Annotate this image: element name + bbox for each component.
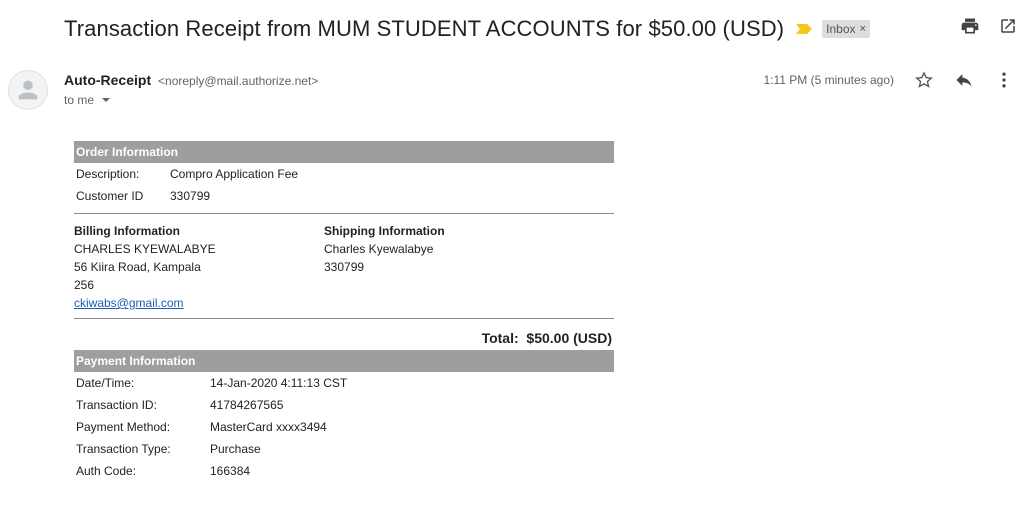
sender-name[interactable]: Auto-Receipt (64, 72, 151, 88)
payment-row: Transaction ID: 41784267565 (74, 394, 614, 416)
order-row-label: Customer ID (76, 189, 144, 203)
payment-row-value: 41784267565 (210, 398, 284, 412)
sender-email: <noreply@mail.authorize.net> (158, 74, 319, 88)
shipping-id: 330799 (324, 260, 365, 274)
inbox-label-chip: Inbox × (822, 20, 870, 38)
order-row-label: Description: (76, 167, 140, 181)
inbox-label-text: Inbox (826, 22, 856, 36)
payment-row-label: Auth Code: (76, 464, 137, 478)
payment-row-value: 14-Jan-2020 4:11:13 CST (210, 376, 348, 390)
payment-row-value: Purchase (210, 442, 261, 456)
order-row: Customer ID 330799 (74, 185, 614, 207)
recipient-text: to me (64, 93, 95, 107)
shipping-name: Charles Kyewalabye (324, 242, 434, 256)
sender-avatar (8, 70, 48, 110)
email-subject: Transaction Receipt from MUM STUDENT ACC… (64, 16, 785, 41)
billing-name: CHARLES KYEWALABYE (74, 242, 216, 256)
person-icon (18, 80, 38, 100)
billing-address: 56 Kiira Road, Kampala (74, 260, 201, 274)
importance-marker-icon[interactable] (796, 24, 813, 34)
payment-row: Payment Method: MasterCard xxxx3494 (74, 416, 614, 438)
billing-email-link[interactable]: ckiwabs@gmail.com (74, 296, 184, 310)
recipient-details-toggle[interactable]: to me (64, 93, 111, 107)
sender-line: Auto-Receipt <noreply@mail.authorize.net… (64, 72, 318, 88)
billing-zip: 256 (74, 278, 95, 292)
payment-row-label: Transaction Type: (76, 442, 171, 456)
order-row-value: Compro Application Fee (170, 167, 299, 181)
address-section: Billing Information CHARLES KYEWALABYE 5… (74, 214, 614, 312)
payment-row-label: Transaction ID: (76, 398, 157, 412)
star-icon[interactable] (914, 70, 934, 90)
payment-row: Date/Time: 14-Jan-2020 4:11:13 CST (74, 372, 614, 394)
shipping-title: Shipping Information (324, 224, 445, 238)
message-actions (914, 70, 1014, 90)
payment-row: Auth Code: 166384 (74, 460, 614, 482)
payment-row: Transaction Type: Purchase (74, 438, 614, 460)
remove-label-icon[interactable]: × (860, 23, 866, 35)
open-in-new-window-icon[interactable] (998, 16, 1018, 36)
billing-info: Billing Information CHARLES KYEWALABYE 5… (74, 222, 324, 312)
order-info-heading: Order Information (74, 141, 614, 163)
more-vert-icon[interactable] (994, 70, 1014, 90)
payment-row-label: Date/Time: (76, 376, 135, 390)
chevron-down-icon (102, 98, 111, 102)
order-row-value: 330799 (170, 189, 211, 203)
shipping-info: Shipping Information Charles Kyewalabye … (324, 222, 445, 312)
print-icon[interactable] (960, 16, 980, 36)
receipt-body: Order Information Description: Compro Ap… (74, 141, 614, 482)
order-row: Description: Compro Application Fee (74, 163, 614, 185)
payment-row-value: MasterCard xxxx3494 (210, 420, 327, 434)
thread-actions (960, 16, 1018, 36)
payment-row-value: 166384 (210, 464, 251, 478)
message-time: 1:11 PM (5 minutes ago) (763, 73, 894, 87)
reply-icon[interactable] (954, 70, 974, 90)
billing-title: Billing Information (74, 224, 180, 238)
subject-row: Transaction Receipt from MUM STUDENT ACC… (64, 14, 870, 44)
payment-row-label: Payment Method: (76, 420, 171, 434)
